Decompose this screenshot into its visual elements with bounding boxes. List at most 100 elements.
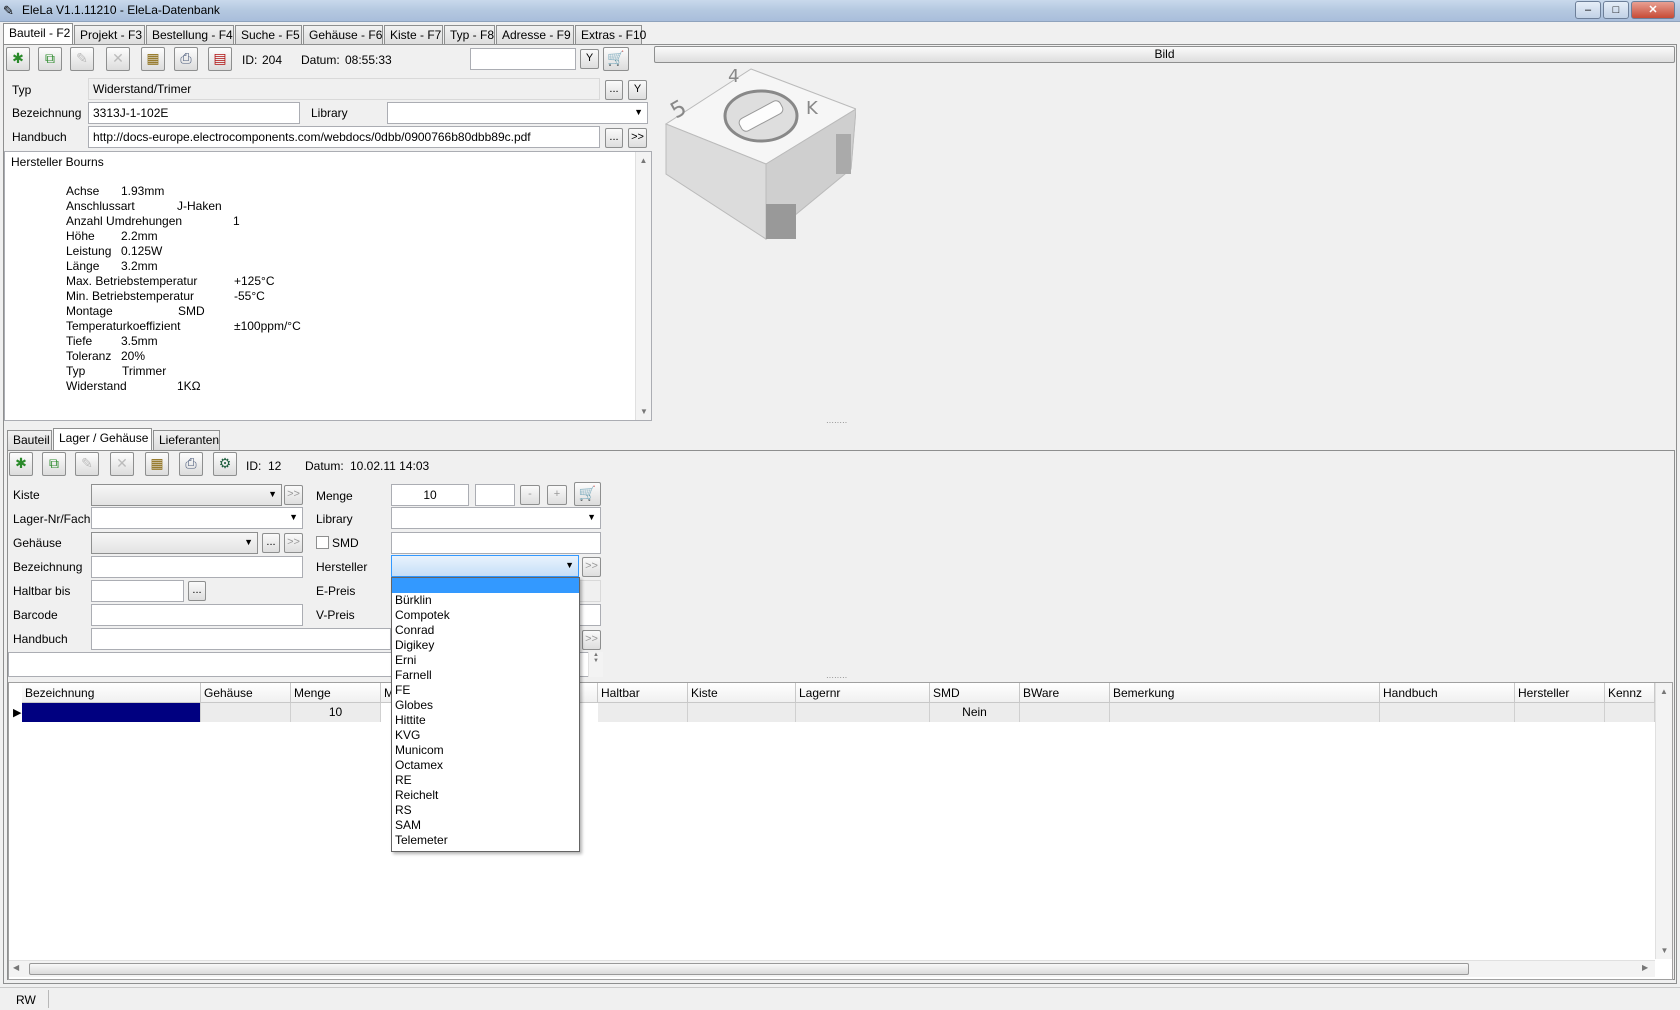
hersteller-option[interactable]: RE bbox=[392, 773, 579, 788]
typ-filter-button[interactable]: Y bbox=[628, 80, 647, 100]
hersteller-option[interactable]: Hittite bbox=[392, 713, 579, 728]
print-icon[interactable]: ⎙ bbox=[174, 47, 198, 71]
column-header[interactable]: Hersteller bbox=[1515, 683, 1605, 703]
subtab-bauteil[interactable]: Bauteil bbox=[7, 430, 52, 450]
tab-gehaeuse[interactable]: Gehäuse - F6 bbox=[303, 25, 383, 45]
handbuch-field[interactable]: http://docs-europe.electrocomponents.com… bbox=[88, 126, 600, 148]
lager-print-icon[interactable]: ⎙ bbox=[179, 452, 203, 476]
lager-grid[interactable] bbox=[8, 682, 1673, 980]
hersteller-option[interactable]: Octamex bbox=[392, 758, 579, 773]
splitter-handle[interactable]: ········ bbox=[826, 418, 847, 427]
gehaeuse-open-button[interactable]: >> bbox=[284, 533, 303, 553]
search-input[interactable] bbox=[470, 48, 576, 70]
table-cell[interactable] bbox=[598, 703, 688, 722]
hersteller-option[interactable]: Farnell bbox=[392, 668, 579, 683]
column-header[interactable]: Haltbar bbox=[598, 683, 688, 703]
table-cell[interactable] bbox=[688, 703, 796, 722]
barcode-field[interactable] bbox=[91, 604, 303, 626]
copy-icon[interactable]: ⧉ bbox=[38, 47, 62, 71]
haltbar-date-button[interactable]: ... bbox=[188, 581, 206, 601]
table-cell[interactable]: Nein bbox=[930, 703, 1020, 722]
hersteller-option[interactable]: Bürklin bbox=[392, 593, 579, 608]
hscroll-thumb[interactable] bbox=[29, 963, 1469, 975]
lager-library-select[interactable]: ▼ bbox=[391, 507, 601, 529]
table-cell[interactable] bbox=[1110, 703, 1380, 722]
table-cell[interactable]: 10 bbox=[291, 703, 381, 722]
column-header[interactable]: Bemerkung bbox=[1110, 683, 1380, 703]
hersteller-option[interactable]: Globes bbox=[392, 698, 579, 713]
hersteller-option[interactable]: SAM bbox=[392, 818, 579, 833]
bezeichnung-field[interactable]: 3313J-1-102E bbox=[88, 102, 300, 124]
column-header[interactable]: Handbuch bbox=[1380, 683, 1515, 703]
menge-minus-button[interactable]: - bbox=[520, 485, 540, 505]
lager-handbuch-field[interactable] bbox=[91, 628, 391, 650]
tab-extras[interactable]: Extras - F10 bbox=[575, 25, 646, 45]
grid-hscrollbar[interactable]: ◀ ▶ bbox=[9, 960, 1655, 977]
hersteller-option[interactable]: Compotek bbox=[392, 608, 579, 623]
tab-adresse[interactable]: Adresse - F9 bbox=[496, 25, 574, 45]
menge-step-field[interactable] bbox=[475, 484, 515, 506]
close-button[interactable]: ✕ bbox=[1631, 1, 1675, 19]
lager-copy-icon[interactable]: ⧉ bbox=[42, 452, 66, 476]
typ-select-button[interactable]: ... bbox=[605, 80, 623, 100]
lager-new-icon[interactable]: ✱ bbox=[9, 452, 33, 476]
kiste-open-button[interactable]: >> bbox=[284, 485, 303, 505]
lager-edit-icon[interactable]: ✎ bbox=[75, 452, 99, 476]
pdf-icon[interactable]: ▤ bbox=[208, 47, 232, 71]
new-icon[interactable]: ✱ bbox=[6, 47, 30, 71]
handbuch-browse-button[interactable]: ... bbox=[605, 128, 623, 148]
lagernr-select[interactable]: ▼ bbox=[91, 507, 303, 529]
hersteller-option[interactable]: FE bbox=[392, 683, 579, 698]
hersteller-select[interactable]: ▼ bbox=[391, 555, 579, 577]
column-header[interactable]: Bezeichnung bbox=[22, 683, 201, 703]
table-cell[interactable] bbox=[1020, 703, 1110, 722]
table-cell[interactable] bbox=[796, 703, 930, 722]
hersteller-option[interactable]: Erni bbox=[392, 653, 579, 668]
smd-field[interactable] bbox=[391, 532, 601, 554]
tab-bestellung[interactable]: Bestellung - F4 bbox=[146, 25, 234, 45]
haltbar-field[interactable] bbox=[91, 580, 184, 602]
filter-button[interactable]: Y bbox=[580, 49, 599, 69]
hersteller-option[interactable]: KVG bbox=[392, 728, 579, 743]
delete-icon[interactable]: ✕ bbox=[106, 47, 130, 71]
subtab-lager-gehaeuse[interactable]: Lager / Gehäuse bbox=[53, 428, 152, 450]
hersteller-dropdown-list[interactable]: Bürklin Compotek Conrad Digikey Erni Farnell F… bbox=[391, 577, 580, 852]
tab-suche[interactable]: Suche - F5 bbox=[235, 25, 302, 45]
column-header[interactable]: Menge bbox=[291, 683, 381, 703]
lager-delete-icon[interactable]: ✕ bbox=[110, 452, 134, 476]
table-cell[interactable] bbox=[201, 703, 291, 722]
hersteller-option[interactable]: Municom bbox=[392, 743, 579, 758]
grid-vscrollbar[interactable]: ▲ ▼ bbox=[1655, 683, 1672, 959]
subtab-lieferanten[interactable]: Lieferanten bbox=[153, 430, 220, 450]
table-cell[interactable] bbox=[1380, 703, 1515, 722]
lager-settings-icon[interactable]: ⚙ bbox=[213, 452, 237, 476]
hersteller-option[interactable] bbox=[392, 578, 579, 593]
lager-bezeichnung-field[interactable] bbox=[91, 556, 303, 578]
menge-plus-button[interactable]: + bbox=[547, 485, 567, 505]
column-header[interactable]: Lagernr bbox=[796, 683, 930, 703]
edit-icon[interactable]: ✎ bbox=[70, 47, 94, 71]
splitter-handle-2[interactable]: ········ bbox=[826, 673, 847, 682]
column-header[interactable]: Kiste bbox=[688, 683, 796, 703]
hersteller-option[interactable]: Reichelt bbox=[392, 788, 579, 803]
hersteller-option[interactable]: Conrad bbox=[392, 623, 579, 638]
hersteller-open-button[interactable]: >> bbox=[582, 557, 601, 577]
column-header[interactable]: SMD bbox=[930, 683, 1020, 703]
tab-bauteil[interactable]: Bauteil - F2 bbox=[3, 23, 73, 45]
bemerkung-spin[interactable]: ▲ ▼ bbox=[588, 652, 603, 677]
maximize-button[interactable]: □ bbox=[1603, 1, 1629, 19]
lager-box-icon[interactable]: ▦ bbox=[145, 452, 169, 476]
library-select[interactable]: ▼ bbox=[387, 102, 648, 124]
cart-icon[interactable]: 🛒 bbox=[603, 47, 629, 71]
tab-typ[interactable]: Typ - F8 bbox=[444, 25, 495, 45]
hersteller-option[interactable]: Digikey bbox=[392, 638, 579, 653]
column-header[interactable]: BWare bbox=[1020, 683, 1110, 703]
column-header[interactable]: Kennz bbox=[1605, 683, 1655, 703]
column-header[interactable]: Gehäuse bbox=[201, 683, 291, 703]
smd-checkbox[interactable] bbox=[316, 536, 329, 549]
gehaeuse-select[interactable]: ▼ bbox=[91, 532, 258, 554]
memo-scrollbar[interactable]: ▲ ▼ bbox=[635, 152, 651, 420]
hersteller-option[interactable]: RS bbox=[392, 803, 579, 818]
typ-field[interactable]: Widerstand/Trimer bbox=[88, 78, 600, 100]
hersteller-option[interactable]: Telemeter bbox=[392, 833, 579, 848]
